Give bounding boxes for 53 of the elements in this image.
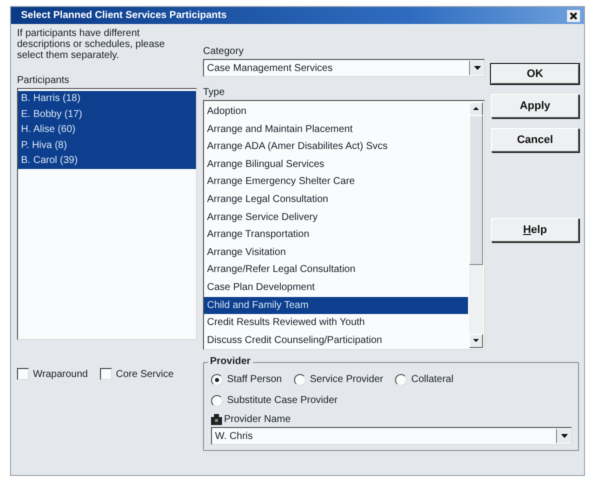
window-title: Select Planned Client Services Participants [21, 10, 227, 21]
participant-item[interactable]: E. Bobby (17) [18, 106, 196, 122]
radio-button[interactable] [211, 374, 223, 386]
type-item[interactable]: Credit Results Reviewed with Youth [204, 314, 468, 332]
type-item[interactable]: Case Plan Development [204, 278, 468, 297]
instructions-text: If participants have different descriptions or schedules, please select them separately. [17, 28, 166, 63]
radio-button[interactable] [211, 394, 223, 406]
down-arrow-icon [472, 338, 480, 343]
dialog-button[interactable]: OK [491, 64, 579, 84]
close-icon[interactable] [567, 10, 580, 22]
radio-label: Staff Person [227, 374, 282, 385]
type-item[interactable]: Arrange ADA (Amer Disabilites Act) Svcs [204, 138, 468, 156]
scroll-thumb[interactable] [469, 115, 483, 265]
type-item[interactable]: Discuss Credit Counseling/Participation [204, 332, 468, 349]
type-item[interactable]: Arrange Service Delivery [204, 208, 468, 226]
checkbox[interactable] [17, 368, 29, 380]
type-item[interactable]: Child and Family Team [204, 296, 468, 314]
briefcase-icon[interactable] [211, 414, 222, 425]
group-title: Provider [208, 356, 253, 367]
radio-button[interactable] [395, 374, 408, 386]
type-item[interactable]: Arrange Legal Consultation [204, 190, 468, 209]
participant-item[interactable]: B. Harris (18) [18, 91, 196, 107]
scroll-up-button[interactable] [469, 102, 483, 116]
category-label: Category [203, 46, 245, 57]
checkbox[interactable] [100, 368, 112, 380]
radio-button[interactable] [294, 374, 306, 386]
dialog-button[interactable]: Apply [491, 94, 579, 118]
type-item[interactable]: Arrange and Maintain Placement [204, 120, 468, 138]
radio-label: Substitute Case Provider [227, 395, 338, 406]
up-arrow-icon [472, 106, 480, 111]
scroll-down-button[interactable] [469, 334, 483, 348]
participant-item[interactable]: P. Hiva (8) [18, 138, 196, 154]
dropdown-arrow-icon [560, 434, 568, 438]
participant-item[interactable]: H. Alise (60) [18, 122, 196, 138]
dialog-button[interactable]: Cancel [491, 128, 579, 152]
type-item[interactable]: Adoption [204, 103, 468, 121]
checkbox-label: Core Service [116, 368, 174, 380]
type-item[interactable]: Arrange Visitation [204, 244, 468, 262]
participants-label: Participants [17, 75, 70, 86]
type-item[interactable]: Arrange Emergency Shelter Care [204, 173, 468, 191]
radio-label: Service Provider [310, 374, 384, 385]
dropdown-arrow-icon [474, 66, 480, 70]
category-dropdown[interactable]: Case Management Services [203, 59, 485, 77]
type-item[interactable]: Arrange Transportation [204, 226, 468, 244]
type-label: Type [203, 87, 226, 98]
participant-item[interactable]: B. Carol (39) [18, 153, 196, 169]
type-item[interactable]: Arrange/Refer Legal Consultation [204, 261, 468, 279]
provider-name-label: Provider Name [224, 414, 291, 425]
type-item[interactable]: Arrange Bilingual Services [204, 156, 468, 174]
dialog-button[interactable]: Help [491, 218, 579, 242]
checkbox-label: Wraparound [33, 368, 88, 380]
radio-label: Collateral [411, 374, 454, 385]
provider-name-dropdown[interactable]: W. Chris [211, 427, 572, 445]
